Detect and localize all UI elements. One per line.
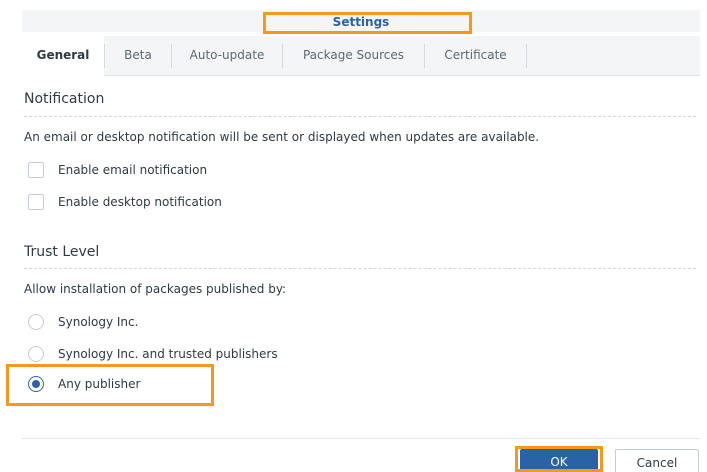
tab-bar: General Beta Auto-update Package Sources… xyxy=(22,36,700,76)
trusted-publishers-radio[interactable] xyxy=(28,346,44,362)
ok-button[interactable]: OK xyxy=(520,449,598,472)
trusted-publishers-label[interactable]: Synology Inc. and trusted publishers xyxy=(58,347,278,361)
any-publisher-label[interactable]: Any publisher xyxy=(58,377,140,391)
email-notification-checkbox[interactable] xyxy=(28,162,44,178)
tab-package-sources[interactable]: Package Sources xyxy=(283,36,424,75)
tab-separator xyxy=(526,44,527,68)
synology-inc-radio[interactable] xyxy=(28,314,44,330)
desktop-notification-label[interactable]: Enable desktop notification xyxy=(58,195,222,209)
desktop-notification-checkbox[interactable] xyxy=(28,194,44,210)
dialog-title: Settings xyxy=(332,15,390,29)
notification-heading: Notification xyxy=(24,91,105,107)
tab-auto-update[interactable]: Auto-update xyxy=(172,36,282,75)
any-publisher-radio[interactable] xyxy=(28,376,44,392)
title-bar: Settings xyxy=(22,10,700,32)
tab-general[interactable]: General xyxy=(22,36,104,76)
settings-dialog: Settings General Beta Auto-update Packag… xyxy=(0,0,707,472)
tab-certificate[interactable]: Certificate xyxy=(425,36,526,75)
trust-level-heading: Trust Level xyxy=(24,244,100,260)
section-divider xyxy=(24,116,696,117)
notification-description: An email or desktop notification will be… xyxy=(24,130,540,144)
cancel-button[interactable]: Cancel xyxy=(615,449,699,472)
footer-divider xyxy=(22,438,700,439)
section-divider xyxy=(24,268,696,269)
tab-beta[interactable]: Beta xyxy=(105,36,171,75)
synology-inc-label[interactable]: Synology Inc. xyxy=(58,315,138,329)
email-notification-label[interactable]: Enable email notification xyxy=(58,163,207,177)
trust-level-description: Allow installation of packages published… xyxy=(24,282,287,296)
